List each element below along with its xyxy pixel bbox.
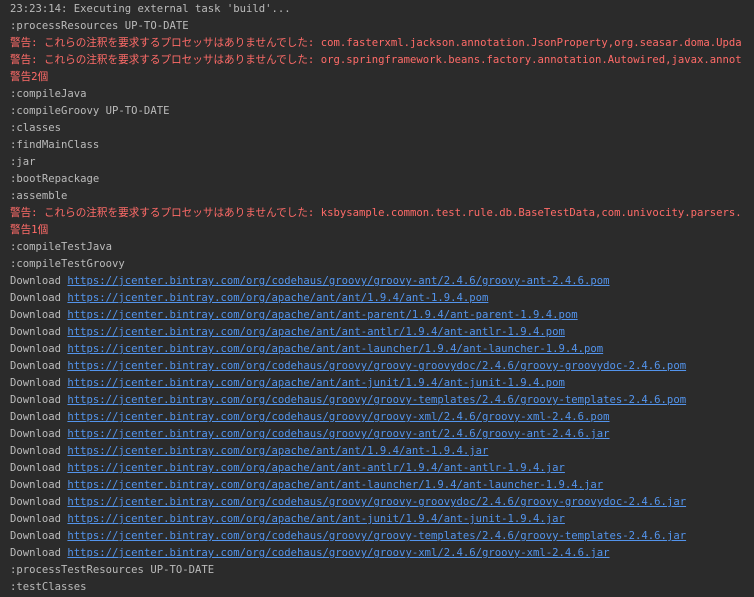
warning-line: 警告: これらの注釈を要求するプロセッサはありませんでした: com.faste… [10,37,742,49]
download-line: Download https://jcenter.bintray.com/org… [0,273,754,290]
download-link[interactable]: https://jcenter.bintray.com/org/apache/a… [67,343,603,355]
download-link[interactable]: https://jcenter.bintray.com/org/codehaus… [67,547,609,559]
download-line: Download https://jcenter.bintray.com/org… [0,460,754,477]
download-label: Download [10,496,68,508]
log-line: :compileTestGroovy [10,258,125,270]
download-link[interactable]: https://jcenter.bintray.com/org/apache/a… [67,462,564,474]
download-link[interactable]: https://jcenter.bintray.com/org/apache/a… [67,292,488,304]
console-output[interactable]: 23:23:14: Executing external task 'build… [0,0,754,597]
log-line: :compileTestJava [10,241,113,253]
log-line: :compileJava [10,88,87,100]
download-line: Download https://jcenter.bintray.com/org… [0,528,754,545]
log-line: :bootRepackage [10,173,100,185]
download-link[interactable]: https://jcenter.bintray.com/org/codehaus… [67,394,686,406]
download-line: Download https://jcenter.bintray.com/org… [0,494,754,511]
download-link[interactable]: https://jcenter.bintray.com/org/codehaus… [67,360,686,372]
download-link[interactable]: https://jcenter.bintray.com/org/apache/a… [67,479,603,491]
download-label: Download [10,394,68,406]
download-label: Download [10,547,68,559]
warning-line: 警告: これらの注釈を要求するプロセッサはありませんでした: org.sprin… [10,54,742,66]
download-line: Download https://jcenter.bintray.com/org… [0,392,754,409]
download-link[interactable]: https://jcenter.bintray.com/org/codehaus… [67,428,609,440]
download-line: Download https://jcenter.bintray.com/org… [0,545,754,562]
download-link[interactable]: https://jcenter.bintray.com/org/apache/a… [67,326,564,338]
download-link[interactable]: https://jcenter.bintray.com/org/apache/a… [67,445,488,457]
download-label: Download [10,275,68,287]
download-label: Download [10,462,68,474]
log-line: :findMainClass [10,139,100,151]
log-line: :jar [10,156,36,168]
download-line: Download https://jcenter.bintray.com/org… [0,375,754,392]
log-line: 23:23:14: Executing external task 'build… [10,3,291,15]
download-label: Download [10,343,68,355]
download-label: Download [10,377,68,389]
download-label: Download [10,479,68,491]
download-link[interactable]: https://jcenter.bintray.com/org/apache/a… [67,377,564,389]
download-label: Download [10,360,68,372]
warning-line: 警告1個 [10,224,49,236]
log-line: :assemble [10,190,68,202]
download-line: Download https://jcenter.bintray.com/org… [0,426,754,443]
download-label: Download [10,411,68,423]
download-label: Download [10,428,68,440]
download-line: Download https://jcenter.bintray.com/org… [0,409,754,426]
download-link[interactable]: https://jcenter.bintray.com/org/codehaus… [67,411,609,423]
download-link[interactable]: https://jcenter.bintray.com/org/codehaus… [67,530,686,542]
log-line: :classes [10,122,62,134]
log-line: :compileGroovy UP-TO-DATE [10,105,170,117]
warning-line: 警告: これらの注釈を要求するプロセッサはありませんでした: ksbysampl… [10,207,742,219]
download-label: Download [10,513,68,525]
log-line: :processTestResources UP-TO-DATE [10,564,215,576]
download-line: Download https://jcenter.bintray.com/org… [0,324,754,341]
download-label: Download [10,530,68,542]
warning-line: 警告2個 [10,71,49,83]
download-line: Download https://jcenter.bintray.com/org… [0,477,754,494]
download-line: Download https://jcenter.bintray.com/org… [0,443,754,460]
log-line: :processResources UP-TO-DATE [10,20,189,32]
download-link[interactable]: https://jcenter.bintray.com/org/apache/a… [67,513,564,525]
download-label: Download [10,445,68,457]
download-line: Download https://jcenter.bintray.com/org… [0,341,754,358]
download-link[interactable]: https://jcenter.bintray.com/org/codehaus… [67,275,609,287]
download-line: Download https://jcenter.bintray.com/org… [0,358,754,375]
download-label: Download [10,326,68,338]
download-link[interactable]: https://jcenter.bintray.com/org/apache/a… [67,309,577,321]
download-link[interactable]: https://jcenter.bintray.com/org/codehaus… [67,496,686,508]
download-line: Download https://jcenter.bintray.com/org… [0,307,754,324]
download-label: Download [10,309,68,321]
download-line: Download https://jcenter.bintray.com/org… [0,511,754,528]
download-label: Download [10,292,68,304]
log-line: :testClasses [10,581,87,593]
download-line: Download https://jcenter.bintray.com/org… [0,290,754,307]
